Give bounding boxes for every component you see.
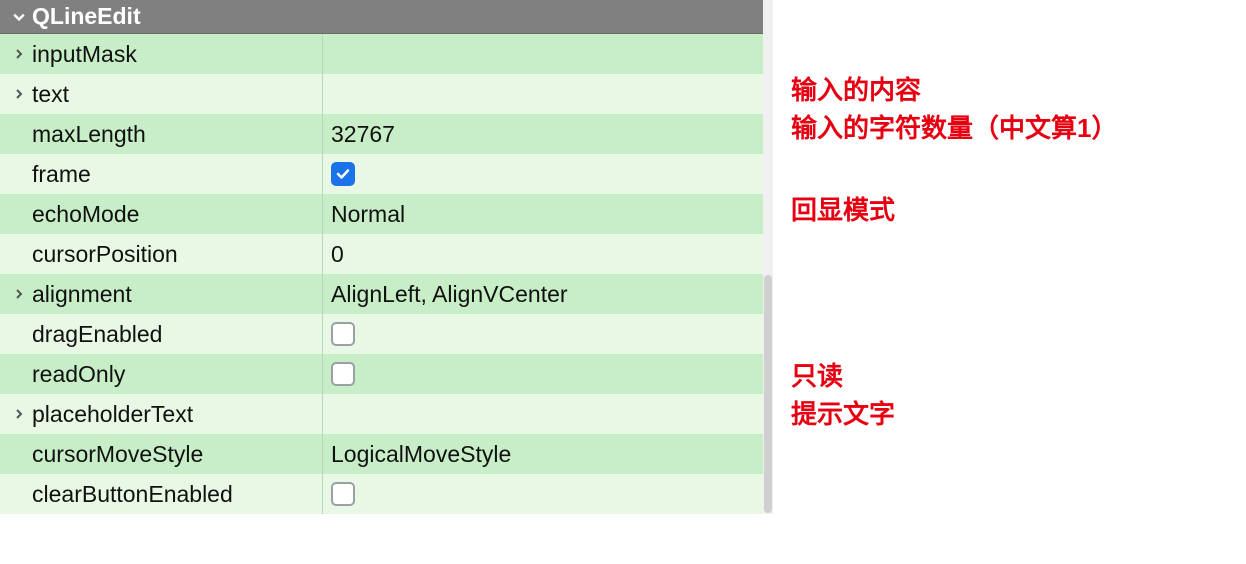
chevron-right-icon[interactable] [6,289,32,299]
section-header-qlineedit[interactable]: QLineEdit [0,0,773,34]
property-label: text [0,74,323,114]
property-row-echomode[interactable]: echoMode Normal [0,194,773,234]
property-row-readonly[interactable]: readOnly [0,354,773,394]
property-value[interactable] [323,74,773,114]
property-row-clearbuttonenabled[interactable]: clearButtonEnabled [0,474,773,514]
property-label: clearButtonEnabled [0,474,323,514]
property-value[interactable] [323,394,773,434]
annotation-text: 输入的内容 [791,72,1117,110]
scrollbar-thumb[interactable] [764,275,772,513]
property-name: clearButtonEnabled [32,481,233,508]
property-row-cursorposition[interactable]: cursorPosition 0 [0,234,773,274]
chevron-down-icon [6,11,32,23]
property-label: cursorPosition [0,234,323,274]
property-value[interactable] [323,34,773,74]
property-editor: QLineEdit inputMask text [0,0,773,514]
property-row-inputmask[interactable]: inputMask [0,34,773,74]
property-label: dragEnabled [0,314,323,354]
property-name: dragEnabled [32,321,162,348]
checkbox-checked[interactable] [331,162,355,186]
property-value[interactable]: 32767 [323,114,773,154]
property-value[interactable]: 0 [323,234,773,274]
property-row-frame[interactable]: frame [0,154,773,194]
property-label: inputMask [0,34,323,74]
property-name: readOnly [32,361,125,388]
property-name: maxLength [32,121,146,148]
property-label: echoMode [0,194,323,234]
property-name: inputMask [32,41,137,68]
property-row-maxlength[interactable]: maxLength 32767 [0,114,773,154]
property-row-cursormovestyle[interactable]: cursorMoveStyle LogicalMoveStyle [0,434,773,474]
section-title: QLineEdit [32,3,141,30]
scrollbar-vertical[interactable] [763,0,773,514]
property-value[interactable] [323,314,773,354]
property-label: readOnly [0,354,323,394]
property-label: placeholderText [0,394,323,434]
annotation-text: 回显模式 [791,192,895,230]
property-row-placeholdertext[interactable]: placeholderText [0,394,773,434]
property-label: frame [0,154,323,194]
property-name: cursorMoveStyle [32,441,203,468]
property-value[interactable] [323,354,773,394]
property-name: echoMode [32,201,139,228]
property-label: cursorMoveStyle [0,434,323,474]
chevron-right-icon[interactable] [6,409,32,419]
annotation-text: 只读 [791,358,895,396]
property-value[interactable] [323,474,773,514]
property-row-text[interactable]: text [0,74,773,114]
annotation-text: 输入的字符数量（中文算1） [791,110,1117,148]
chevron-right-icon[interactable] [6,49,32,59]
property-label: alignment [0,274,323,314]
checkbox-unchecked[interactable] [331,362,355,386]
property-label: maxLength [0,114,323,154]
property-name: placeholderText [32,401,193,428]
checkbox-unchecked[interactable] [331,482,355,506]
property-row-dragenabled[interactable]: dragEnabled [0,314,773,354]
property-row-alignment[interactable]: alignment AlignLeft, AlignVCenter [0,274,773,314]
property-value[interactable]: LogicalMoveStyle [323,434,773,474]
property-value[interactable]: AlignLeft, AlignVCenter [323,274,773,314]
property-name: cursorPosition [32,241,178,268]
property-value[interactable]: Normal [323,194,773,234]
annotation-text: 提示文字 [791,396,895,434]
chevron-right-icon[interactable] [6,89,32,99]
property-name: frame [32,161,91,188]
property-name: text [32,81,69,108]
property-value[interactable] [323,154,773,194]
property-name: alignment [32,281,132,308]
checkbox-unchecked[interactable] [331,322,355,346]
